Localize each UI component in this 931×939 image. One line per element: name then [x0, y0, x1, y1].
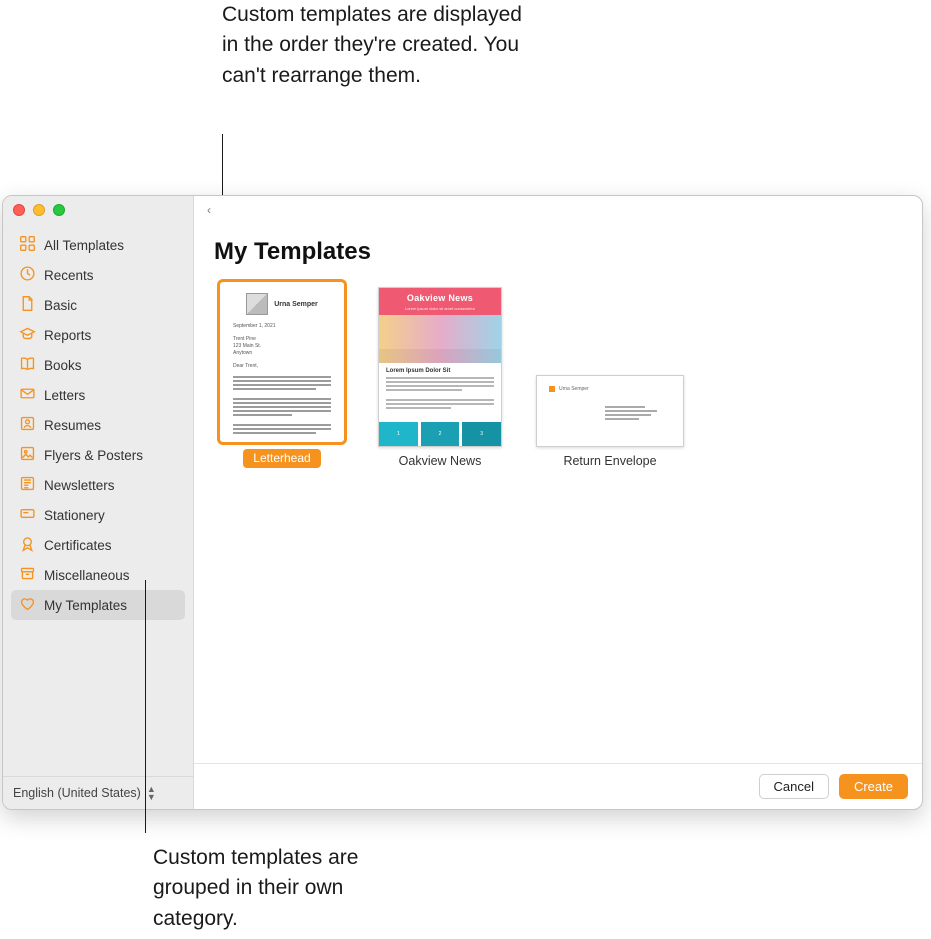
- chevron-updown-icon: ▲▼: [147, 785, 156, 801]
- template-label: Return Envelope: [563, 454, 656, 468]
- sidebar-item-label: Newsletters: [44, 478, 115, 493]
- heart-icon: [19, 595, 36, 615]
- callout-bottom-leader: [145, 580, 146, 833]
- sidebar-item-letters[interactable]: Letters: [11, 380, 185, 410]
- sidebar-item-stationery[interactable]: Stationery: [11, 500, 185, 530]
- newspaper-icon: [19, 475, 36, 495]
- book-icon: [19, 355, 36, 375]
- page-title: My Templates: [194, 224, 922, 278]
- sidebar-item-newsletters[interactable]: Newsletters: [11, 470, 185, 500]
- chevron-left-icon: ‹: [207, 203, 211, 217]
- sidebar: All Templates Recents Basic Reports: [3, 196, 194, 809]
- sidebar-collapse-button[interactable]: ‹: [200, 201, 218, 219]
- maximize-icon[interactable]: [53, 204, 65, 216]
- sidebar-item-label: Resumes: [44, 418, 101, 433]
- callout-bottom: Custom templates are grouped in their ow…: [153, 843, 413, 934]
- window-titlebar: [3, 196, 193, 224]
- sidebar-item-label: Reports: [44, 328, 91, 343]
- template-thumbnail: Urna Semper: [536, 375, 684, 447]
- sidebar-item-label: Stationery: [44, 508, 105, 523]
- thumbnail-banner-text: Oakview News: [379, 288, 501, 306]
- sidebar-item-miscellaneous[interactable]: Miscellaneous: [11, 560, 185, 590]
- sidebar-item-resumes[interactable]: Resumes: [11, 410, 185, 440]
- archive-icon: [19, 565, 36, 585]
- template-letterhead[interactable]: Urna Semper September 1, 2021 Trent Pine…: [220, 282, 344, 468]
- sidebar-item-basic[interactable]: Basic: [11, 290, 185, 320]
- sidebar-item-label: Flyers & Posters: [44, 448, 143, 463]
- sidebar-item-label: Letters: [44, 388, 85, 403]
- grid-icon: [19, 235, 36, 255]
- sidebar-item-reports[interactable]: Reports: [11, 320, 185, 350]
- clock-icon: [19, 265, 36, 285]
- close-icon[interactable]: [13, 204, 25, 216]
- create-button[interactable]: Create: [839, 774, 908, 799]
- sidebar-categories: All Templates Recents Basic Reports: [3, 224, 193, 620]
- template-gallery: Urna Semper September 1, 2021 Trent Pine…: [194, 278, 922, 468]
- person-card-icon: [19, 415, 36, 435]
- sidebar-item-label: Basic: [44, 298, 77, 313]
- footer: Cancel Create: [194, 763, 922, 809]
- mortarboard-icon: [19, 325, 36, 345]
- card-icon: [19, 505, 36, 525]
- sidebar-item-label: Recents: [44, 268, 94, 283]
- sidebar-item-certificates[interactable]: Certificates: [11, 530, 185, 560]
- language-label: English (United States): [13, 786, 141, 800]
- sidebar-item-flyers-posters[interactable]: Flyers & Posters: [11, 440, 185, 470]
- template-thumbnail: Oakview News Lorem ipsum dolor sit amet …: [378, 287, 502, 447]
- template-return-envelope[interactable]: Urna Semper Return Envelope: [536, 375, 684, 468]
- sidebar-item-label: My Templates: [44, 598, 127, 613]
- sidebar-item-label: All Templates: [44, 238, 124, 253]
- sidebar-item-books[interactable]: Books: [11, 350, 185, 380]
- minimize-icon[interactable]: [33, 204, 45, 216]
- document-icon: [19, 295, 36, 315]
- sidebar-item-recents[interactable]: Recents: [11, 260, 185, 290]
- sidebar-item-label: Books: [44, 358, 82, 373]
- main-content: ‹ My Templates Urna Semper September 1, …: [194, 196, 922, 809]
- sidebar-item-my-templates[interactable]: My Templates: [11, 590, 185, 620]
- sidebar-item-all-templates[interactable]: All Templates: [11, 230, 185, 260]
- template-thumbnail: Urna Semper September 1, 2021 Trent Pine…: [220, 282, 344, 442]
- image-icon: [19, 445, 36, 465]
- sidebar-item-label: Miscellaneous: [44, 568, 130, 583]
- envelope-icon: [19, 385, 36, 405]
- template-label: Letterhead: [243, 449, 320, 468]
- template-chooser-window: All Templates Recents Basic Reports: [2, 195, 923, 810]
- cancel-button[interactable]: Cancel: [759, 774, 829, 799]
- ribbon-icon: [19, 535, 36, 555]
- main-header: ‹: [194, 196, 922, 224]
- language-popup[interactable]: English (United States) ▲▼: [3, 776, 193, 809]
- template-label: Oakview News: [399, 454, 482, 468]
- callout-top: Custom templates are displayed in the or…: [222, 0, 522, 91]
- template-oakview-news[interactable]: Oakview News Lorem ipsum dolor sit amet …: [378, 287, 502, 468]
- sidebar-item-label: Certificates: [44, 538, 112, 553]
